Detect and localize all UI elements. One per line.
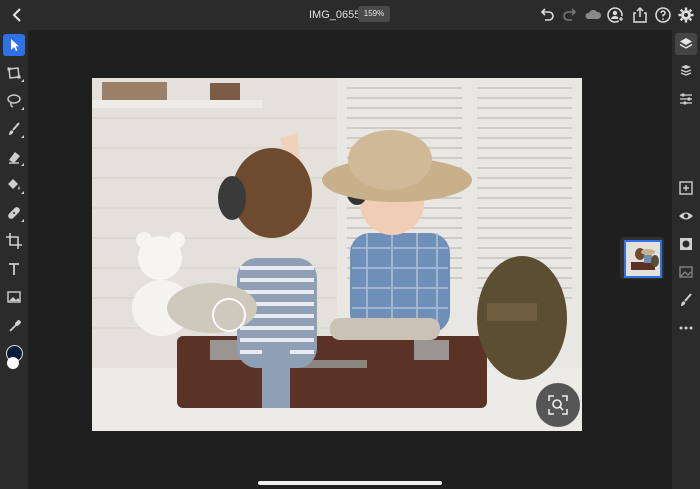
photo-scene <box>92 78 582 431</box>
export-icon[interactable] <box>631 6 649 24</box>
fill-bucket-icon[interactable] <box>3 174 25 196</box>
canvas-image[interactable] <box>92 78 582 431</box>
eraser-icon[interactable] <box>3 146 25 168</box>
add-layer-icon[interactable] <box>675 177 697 199</box>
eyedropper-icon[interactable] <box>3 315 25 337</box>
healing-icon[interactable] <box>3 202 25 224</box>
layers-icon[interactable] <box>675 33 697 55</box>
select-arrow-icon[interactable] <box>3 34 25 56</box>
top-bar: IMG_0655 159% <box>0 0 700 30</box>
undo-icon[interactable] <box>538 6 556 24</box>
background-color-swatch[interactable] <box>7 357 19 369</box>
left-toolbar <box>0 30 28 489</box>
mask-icon[interactable] <box>675 233 697 255</box>
brush-settings-icon[interactable] <box>675 289 697 311</box>
layer-thumbnail[interactable] <box>620 237 664 279</box>
help-icon[interactable] <box>654 6 672 24</box>
redo-icon[interactable] <box>561 6 579 24</box>
lasso-icon[interactable] <box>3 90 25 112</box>
back-chevron-icon[interactable] <box>8 5 28 25</box>
layer-thumbnail-image <box>624 240 662 278</box>
image-icon[interactable] <box>3 286 25 308</box>
adjustments-icon[interactable] <box>675 88 697 110</box>
layer-stack-icon[interactable] <box>675 60 697 82</box>
text-icon[interactable] <box>3 258 25 280</box>
more-options-icon[interactable] <box>675 317 697 339</box>
image-place-icon[interactable] <box>675 261 697 283</box>
right-toolbar <box>672 30 700 489</box>
visibility-eye-icon[interactable] <box>675 205 697 227</box>
zoom-fit-button[interactable] <box>536 383 580 427</box>
zoom-level-badge[interactable]: 159% <box>358 6 390 22</box>
document-title[interactable]: IMG_0655 <box>309 9 360 21</box>
share-user-icon[interactable] <box>607 6 625 24</box>
brush-icon[interactable] <box>3 118 25 140</box>
crop-icon[interactable] <box>3 230 25 252</box>
cloud-icon[interactable] <box>584 6 602 24</box>
zoom-search-icon <box>548 395 568 415</box>
transform-icon[interactable] <box>3 62 25 84</box>
home-indicator[interactable] <box>258 481 442 485</box>
settings-gear-icon[interactable] <box>677 6 695 24</box>
